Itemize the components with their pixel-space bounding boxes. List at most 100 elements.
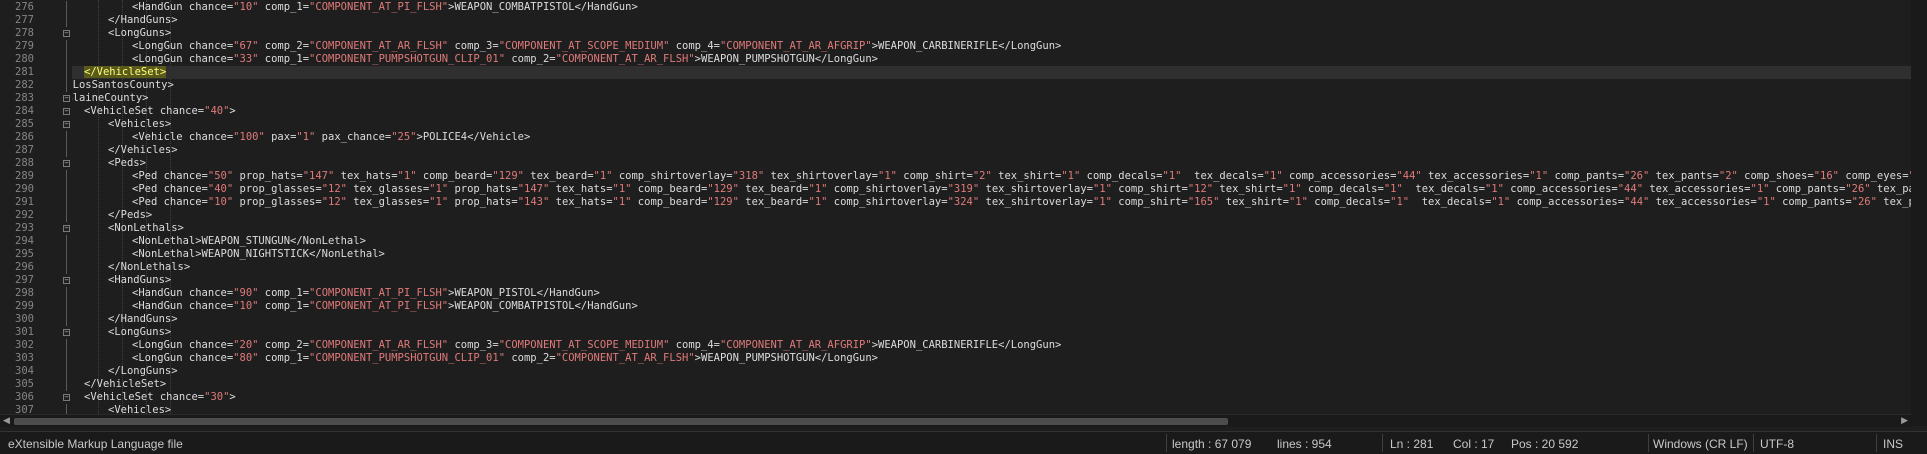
code-line[interactable]: <NonLethal>WEAPON_NIGHTSTICK</NonLethal> [132, 248, 385, 261]
xml-tag: <HandGun [132, 1, 189, 13]
attribute-value: "COMPONENT_AT_AR_FLSH" [309, 339, 449, 351]
code-line[interactable]: </Vehicles> [108, 144, 178, 157]
fold-margin-line [66, 365, 67, 378]
line-number: 282 [15, 79, 34, 91]
code-line[interactable]: </VehicleSet> [84, 378, 166, 391]
attribute-value: "318" [732, 170, 765, 182]
code-line[interactable]: </NonLethals> [108, 261, 190, 274]
code-line[interactable]: <LongGuns> [108, 27, 171, 40]
attribute-name: tex_shirtoverlay= [979, 183, 1093, 195]
horizontal-scroll-thumb[interactable] [14, 418, 1228, 425]
attribute-name: tex_shirtoverlay= [764, 170, 879, 182]
attribute-name: chance= [163, 196, 208, 208]
code-line[interactable]: <LongGuns> [108, 326, 171, 339]
attribute-name: chance= [188, 339, 234, 351]
attribute-name: comp_2= [505, 53, 556, 65]
xml-tag: <LongGun [132, 53, 189, 65]
attribute-name: comp_1= [258, 1, 310, 13]
code-line[interactable]: <VehicleSet chance="30"> [84, 391, 236, 404]
attribute-name: tex_accessories= [1421, 170, 1530, 182]
code-line[interactable]: </LosSantosCounty> [72, 79, 174, 92]
line-number: 286 [15, 131, 34, 143]
horizontal-scrollbar[interactable]: ◀ ▶ [0, 414, 1911, 427]
attribute-name: chance= [159, 105, 205, 117]
attribute-name: prop_hats= [448, 183, 518, 195]
attribute-name: comp_shirt= [1111, 183, 1188, 195]
attribute-name: comp_pants= [1775, 196, 1852, 208]
fold-toggle-icon[interactable] [63, 160, 70, 167]
code-line[interactable]: <NonLethals> [108, 222, 184, 235]
xml-tag: </Vehicles> [108, 144, 178, 156]
attribute-value: "COMPONENT_AT_SCOPE_MEDIUM" [498, 339, 670, 351]
code-line[interactable]: <HandGun chance="10" comp_1="COMPONENT_A… [132, 300, 638, 313]
code-line[interactable]: <Vehicles> [108, 118, 171, 131]
code-line[interactable]: <Peds> [108, 157, 146, 170]
code-line[interactable]: <LongGun chance="67" comp_2="COMPONENT_A… [132, 40, 1061, 53]
fold-toggle-icon[interactable] [63, 30, 70, 37]
line-number: 300 [15, 313, 34, 325]
code-line[interactable]: <BlaineCounty> [72, 92, 149, 105]
scroll-right-icon[interactable]: ▶ [1901, 416, 1908, 426]
attribute-name: chance= [188, 40, 234, 52]
xml-tag: <LongGuns> [108, 27, 172, 39]
code-line[interactable]: <HandGun chance="10" comp_1="COMPONENT_A… [132, 1, 638, 14]
vertical-scrollbar[interactable] [1911, 0, 1927, 426]
fold-toggle-icon[interactable] [63, 394, 70, 401]
code-line[interactable]: </HandGuns> [108, 313, 178, 326]
attribute-name: tex_pants [1876, 183, 1911, 195]
code-line[interactable]: <LongGun chance="33" comp_1="COMPONENT_P… [132, 53, 878, 66]
fold-toggle-icon[interactable] [63, 108, 70, 115]
code-line[interactable]: </LongGuns> [108, 365, 178, 378]
attribute-value: "44" [1617, 183, 1644, 195]
code-line[interactable]: <Ped chance="50" prop_hats="147" tex_hat… [132, 170, 1911, 183]
attribute-value: "165" [1187, 196, 1220, 208]
code-line[interactable]: <LongGun chance="20" comp_2="COMPONENT_A… [132, 339, 1061, 352]
attribute-value: "26" [1851, 196, 1877, 208]
attribute-name: tex_accessories= [1649, 196, 1757, 208]
encoding[interactable]: UTF-8 [1760, 436, 1794, 452]
attribute-value: "12" [321, 183, 347, 195]
attribute-value: "100" [233, 131, 265, 143]
code-line[interactable]: <Ped chance="40" prop_glasses="12" tex_g… [132, 183, 1911, 196]
code-line[interactable]: <HandGun chance="90" comp_1="COMPONENT_A… [132, 287, 600, 300]
line-number: 289 [15, 170, 34, 182]
code-line[interactable]: <LongGun chance="80" comp_1="COMPONENT_P… [132, 352, 878, 365]
attribute-value: "1" [1383, 183, 1403, 195]
xml-tag: </NonLethals> [108, 261, 191, 273]
fold-toggle-icon[interactable] [63, 277, 70, 284]
xml-tag: <Ped [132, 183, 164, 195]
attribute-name: comp_shirtoverlay= [612, 170, 733, 182]
eol-format[interactable]: Windows (CR LF) [1653, 436, 1748, 452]
fold-margin-line [66, 235, 67, 248]
line-number: 304 [15, 365, 34, 377]
code-text-area[interactable]: <HandGun chance="10" comp_1="COMPONENT_A… [72, 0, 1911, 414]
code-line[interactable]: </Peds> [108, 209, 152, 222]
attribute-value: "319" [947, 183, 980, 195]
attribute-name: tex_hats= [549, 196, 613, 208]
code-line[interactable]: <HandGuns> [108, 274, 171, 287]
code-line[interactable]: <Vehicle chance="100" pax="1" pax_chance… [132, 131, 530, 144]
fold-toggle-icon[interactable] [63, 329, 70, 336]
code-line[interactable]: </HandGuns> [108, 14, 178, 27]
scroll-left-icon[interactable]: ◀ [3, 416, 10, 426]
xml-tag: <Vehicles> [108, 404, 172, 414]
xml-tag: </HandGuns> [108, 313, 178, 325]
attribute-name: comp_4= [669, 339, 720, 351]
attribute-value: "50" [207, 170, 234, 182]
attribute-name: tex_beard= [523, 170, 594, 182]
attribute-value: "1" [1484, 183, 1504, 195]
attribute-name: tex_decals= [1181, 170, 1264, 182]
attribute-name: comp_pants= [1769, 183, 1846, 195]
code-line[interactable]: <Ped chance="10" prop_glasses="12" tex_g… [132, 196, 1911, 209]
insert-mode[interactable]: INS [1883, 436, 1903, 452]
code-line[interactable]: </VehicleSet> [84, 66, 167, 79]
attribute-name: comp_accessories= [1282, 170, 1397, 182]
code-line[interactable]: <VehicleSet chance="40"> [84, 105, 236, 118]
code-line[interactable]: <Vehicles> [108, 404, 171, 414]
attribute-name: comp_1= [258, 287, 310, 299]
fold-toggle-icon[interactable] [63, 225, 70, 232]
fold-toggle-icon[interactable] [63, 121, 70, 128]
fold-toggle-icon[interactable] [63, 95, 70, 102]
code-line[interactable]: <NonLethal>WEAPON_STUNGUN</NonLethal> [132, 235, 366, 248]
code-editor[interactable]: 2762772782792802812822832842852862872882… [0, 0, 1911, 414]
